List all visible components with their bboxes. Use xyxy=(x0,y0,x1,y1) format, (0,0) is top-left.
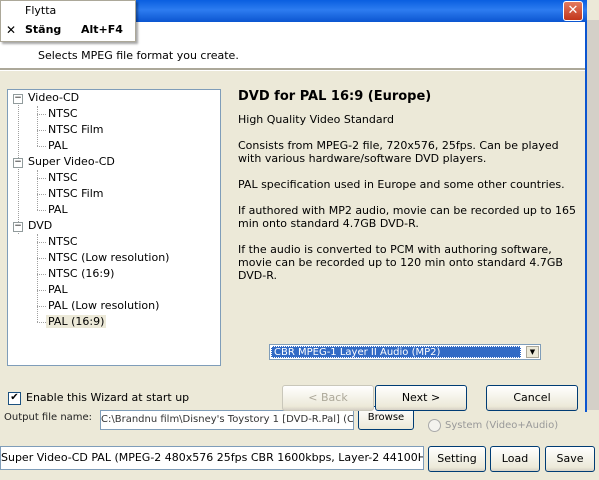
quality-text: High Quality Video Standard xyxy=(238,113,394,126)
back-button[interactable]: < Back xyxy=(282,385,374,411)
save-button[interactable]: Save xyxy=(545,446,595,472)
close-icon: ✕ xyxy=(6,23,17,37)
tree-connector xyxy=(37,114,46,115)
tree-item[interactable]: NTSC xyxy=(48,234,78,250)
format-title: DVD for PAL 16:9 (Europe) xyxy=(238,89,432,104)
close-window-button[interactable]: ✕ xyxy=(563,1,583,21)
tree-item[interactable]: PAL (Low resolution) xyxy=(48,298,159,314)
load-button[interactable]: Load xyxy=(490,446,540,472)
expander-icon[interactable]: − xyxy=(13,158,23,168)
header-divider xyxy=(0,68,585,71)
tree-item[interactable]: PAL xyxy=(48,138,68,154)
tree-connector xyxy=(37,106,38,146)
system-radio-option[interactable]: System (Video+Audio) xyxy=(428,412,598,438)
tree-item[interactable]: NTSC xyxy=(48,106,78,122)
tree-connector xyxy=(37,170,38,210)
enable-wizard-label[interactable]: Enable this Wizard at start up xyxy=(26,391,189,404)
menu-item-move[interactable]: Flytta xyxy=(1,2,135,20)
tree-item[interactable]: NTSC (Low resolution) xyxy=(48,250,169,266)
tree-item[interactable]: NTSC Film xyxy=(48,186,103,202)
tree-connector xyxy=(37,146,46,147)
tree-connector xyxy=(37,234,38,322)
tree-connector xyxy=(37,242,46,243)
tree-connector xyxy=(37,322,46,323)
expander-icon[interactable]: − xyxy=(13,94,23,104)
audio-format-value: CBR MPEG-1 Layer II Audio (MP2) xyxy=(271,346,521,358)
description-paragraph: Consists from MPEG-2 file, 720x576, 25fp… xyxy=(238,139,559,165)
selected-item-label: PAL (16:9) xyxy=(46,315,107,328)
tree-connector xyxy=(37,194,46,195)
tree-item[interactable]: PAL xyxy=(48,282,68,298)
menu-item-close[interactable]: ✕ Stäng Alt+F4 xyxy=(1,21,135,39)
description-paragraph: PAL specification used in Europe and som… xyxy=(238,178,565,191)
background-app-edge xyxy=(587,20,599,410)
tree-item[interactable]: PAL xyxy=(48,202,68,218)
menu-item-label: Flytta xyxy=(25,4,57,17)
system-menu: Flytta ✕ Stäng Alt+F4 xyxy=(0,0,136,42)
output-file-label: Output file name: xyxy=(4,412,93,423)
header-description: Selects MPEG file format you create. xyxy=(38,49,239,62)
tree-group-dvd[interactable]: DVD xyxy=(28,218,52,234)
menu-item-shortcut: Alt+F4 xyxy=(81,23,123,36)
tree-connector xyxy=(37,290,46,291)
tree-group-video-cd[interactable]: Video-CD xyxy=(28,90,79,106)
tree-connector xyxy=(37,306,46,307)
radio-icon xyxy=(428,418,441,432)
tree-connector xyxy=(37,130,46,131)
tree-connector xyxy=(37,274,46,275)
tree-group-super-video-cd[interactable]: Super Video-CD xyxy=(28,154,115,170)
system-radio-label: System (Video+Audio) xyxy=(445,419,559,431)
tree-item[interactable]: NTSC Film xyxy=(48,122,103,138)
cancel-button[interactable]: Cancel xyxy=(486,385,578,411)
format-tree[interactable]: − Video-CD NTSC NTSC Film PAL − Super Vi… xyxy=(7,89,221,366)
tree-item[interactable]: NTSC (16:9) xyxy=(48,266,114,282)
tree-connector xyxy=(37,178,46,179)
tree-item-selected[interactable]: PAL (16:9) xyxy=(46,314,107,330)
enable-wizard-checkbox[interactable]: ✔ xyxy=(8,392,21,405)
profile-status-field: Super Video-CD PAL (MPEG-2 480x576 25fps… xyxy=(0,446,424,470)
audio-format-dropdown[interactable]: CBR MPEG-1 Layer II Audio (MP2) ▼ xyxy=(269,344,541,360)
wizard-frame-edge xyxy=(585,22,587,412)
menu-item-label: Stäng xyxy=(25,23,62,36)
tree-connector xyxy=(37,258,46,259)
tree-connector xyxy=(18,102,19,234)
tree-item[interactable]: NTSC xyxy=(48,170,78,186)
tree-connector xyxy=(37,210,46,211)
expander-icon[interactable]: − xyxy=(13,222,23,232)
description-paragraph: If the audio is converted to PCM with au… xyxy=(238,243,563,282)
next-button[interactable]: Next > xyxy=(375,385,467,411)
setting-button[interactable]: Setting xyxy=(428,446,486,472)
output-file-field[interactable]: C:\Brandnu film\Disney's Toystory 1 [DVD… xyxy=(100,410,354,430)
description-paragraph: If authored with MP2 audio, movie can be… xyxy=(238,204,576,230)
chevron-down-icon[interactable]: ▼ xyxy=(526,346,539,358)
